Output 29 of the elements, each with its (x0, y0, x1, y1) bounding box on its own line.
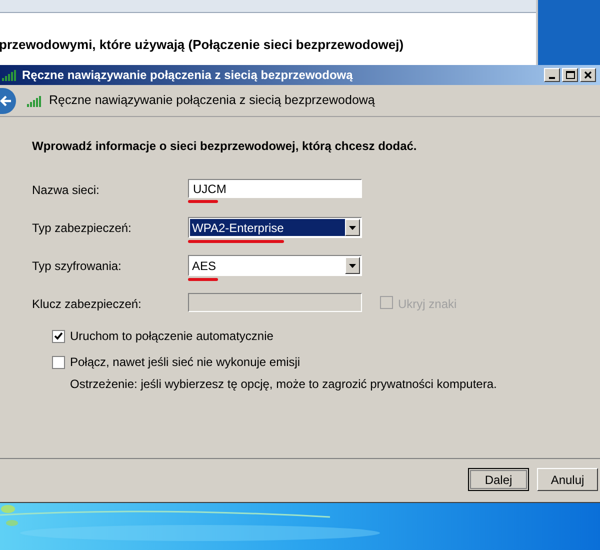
close-icon (584, 71, 592, 79)
maximize-icon (566, 71, 574, 79)
dropdown[interactable]: WPA2-Enterprise (188, 217, 362, 238)
dropdown[interactable]: AES (188, 255, 362, 276)
maximize-button[interactable] (562, 68, 578, 82)
window-title: Ręczne nawiązywanie połączenia z siecią bezprzewodową (22, 67, 353, 84)
dialog-button[interactable]: Anuluj (537, 468, 598, 491)
back-button[interactable] (0, 88, 16, 114)
input-field[interactable]: UJCM (188, 179, 362, 198)
arrow-left-icon (0, 94, 13, 106)
close-button[interactable] (580, 68, 596, 82)
checkbox-label: Połącz, nawet jeśli sieć nie wykonuje emisji (70, 354, 300, 371)
field-label: Nazwa sieci: (32, 182, 100, 199)
dialog-heading: Ręczne nawiązywanie połączenia z siecią bezprzewodową (49, 92, 375, 110)
minimize-button[interactable] (544, 68, 560, 82)
caret-icon (349, 264, 356, 268)
field-label: Typ zabezpieczeń: (32, 220, 132, 237)
checkbox-label: Uruchom to połączenie automatycznie (70, 328, 274, 345)
caret-icon (349, 226, 356, 230)
signal-icon (2, 69, 18, 81)
dialog-button[interactable]: Dalej (468, 468, 529, 491)
section-heading: przewodowymi, które używają (Połączenie sieci bezprzewodowej) (0, 36, 405, 54)
warning-text: Ostrzeżenie: jeśli wybierzesz tę opcję, może to zagrozić prywatności komputera. (70, 376, 498, 393)
field-label: Typ szyfrowania: (32, 258, 122, 275)
signal-icon (27, 94, 43, 106)
checkbox[interactable] (52, 330, 65, 342)
checkbox[interactable] (52, 356, 65, 368)
instruction-text: Wprowadź informacje o sieci bezprzewodowej, którą chcesz dodać. (32, 138, 418, 155)
field-label: Klucz zabezpieczeń: (32, 296, 142, 313)
